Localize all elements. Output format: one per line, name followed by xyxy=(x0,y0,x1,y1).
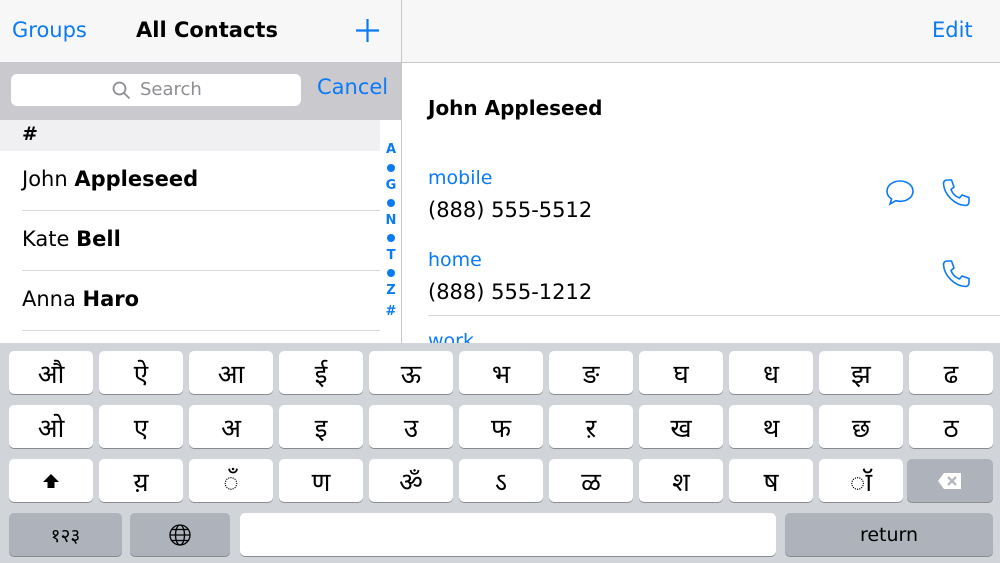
key[interactable]: ऐ xyxy=(99,351,183,394)
section-header-label: # xyxy=(22,123,38,145)
edit-button[interactable]: Edit xyxy=(932,18,973,42)
index-letter-t[interactable]: T xyxy=(381,248,401,263)
key[interactable]: ठ xyxy=(909,405,993,448)
plus-icon[interactable] xyxy=(355,18,380,43)
key[interactable]: झ xyxy=(819,351,903,394)
key[interactable]: ँ xyxy=(189,459,273,502)
index-letter-n[interactable]: N xyxy=(381,213,401,228)
globe-icon xyxy=(169,523,191,546)
shift-key[interactable] xyxy=(9,459,93,502)
contact-row-john-appleseed[interactable]: John Appleseed xyxy=(0,151,380,211)
key[interactable]: अ xyxy=(189,405,273,448)
field-label-work: work xyxy=(428,330,474,343)
contacts-nav-bar: Groups All Contacts xyxy=(0,0,401,62)
index-dot[interactable] xyxy=(387,234,395,242)
key[interactable]: ध xyxy=(729,351,813,394)
contact-first-name: Anna xyxy=(22,287,76,311)
contact-last-name: Bell xyxy=(76,227,121,251)
phone-icon[interactable] xyxy=(940,177,972,209)
key[interactable]: आ xyxy=(189,351,273,394)
key[interactable]: ख xyxy=(639,405,723,448)
key[interactable]: ॉ xyxy=(819,459,903,502)
contact-last-name: Haro xyxy=(82,287,140,311)
contact-last-name: Appleseed xyxy=(74,167,199,191)
search-placeholder: Search xyxy=(140,79,202,100)
field-label-mobile: mobile xyxy=(428,167,493,189)
field-label-home: home xyxy=(428,249,482,271)
numbers-key[interactable]: १२३ xyxy=(9,513,122,556)
key[interactable]: ळ xyxy=(549,459,633,502)
key[interactable]: छ xyxy=(819,405,903,448)
groups-button[interactable]: Groups xyxy=(12,18,87,42)
index-dot[interactable] xyxy=(387,269,395,277)
cancel-button[interactable]: Cancel xyxy=(317,75,388,99)
return-key[interactable]: return xyxy=(785,513,993,556)
index-letter-hash[interactable]: # xyxy=(381,304,401,319)
key[interactable]: ई xyxy=(279,351,363,394)
backspace-icon xyxy=(938,472,961,489)
contact-name: John Appleseed xyxy=(428,96,603,120)
message-icon[interactable] xyxy=(884,177,916,209)
contact-first-name: Kate xyxy=(22,227,70,251)
field-value-home[interactable]: (888) 555-1212 xyxy=(428,280,592,304)
key[interactable]: ऽ xyxy=(459,459,543,502)
key[interactable]: ढ xyxy=(909,351,993,394)
detail-nav-bar xyxy=(402,0,1000,63)
key[interactable]: इ xyxy=(279,405,363,448)
index-letter-z[interactable]: Z xyxy=(381,283,401,298)
key[interactable]: ओ xyxy=(9,405,93,448)
contact-row-kate-bell[interactable]: Kate Bell xyxy=(0,211,380,271)
key[interactable]: फ xyxy=(459,405,543,448)
key[interactable]: औ xyxy=(9,351,93,394)
key[interactable]: य़ xyxy=(99,459,183,502)
key[interactable]: थ xyxy=(729,405,813,448)
globe-key[interactable] xyxy=(130,513,230,556)
space-key[interactable] xyxy=(240,513,776,556)
phone-icon[interactable] xyxy=(940,258,972,290)
key[interactable]: ॐ xyxy=(369,459,453,502)
key[interactable]: ण xyxy=(279,459,363,502)
contact-row-anna-haro[interactable]: Anna Haro xyxy=(0,271,380,331)
nav-title: All Contacts xyxy=(136,18,278,42)
key[interactable]: ए xyxy=(99,405,183,448)
index-dot[interactable] xyxy=(387,164,395,172)
index-letter-g[interactable]: G xyxy=(381,178,401,193)
key[interactable]: ऱ xyxy=(549,405,633,448)
key[interactable]: उ xyxy=(369,405,453,448)
key[interactable]: घ xyxy=(639,351,723,394)
field-value-mobile[interactable]: (888) 555-5512 xyxy=(428,198,592,222)
key[interactable]: ऊ xyxy=(369,351,453,394)
backspace-key[interactable] xyxy=(907,459,993,502)
section-header xyxy=(0,120,380,151)
field-work: work xyxy=(428,316,628,343)
contact-first-name: John xyxy=(22,167,68,191)
index-letter-a[interactable]: A xyxy=(381,142,401,157)
shift-icon xyxy=(43,473,59,488)
key[interactable]: ष xyxy=(729,459,813,502)
search-icon xyxy=(112,81,131,100)
key[interactable]: श xyxy=(639,459,723,502)
key[interactable]: ङ xyxy=(549,351,633,394)
key[interactable]: भ xyxy=(459,351,543,394)
devanagari-keyboard: औ ऐ आ ई ऊ भ ङ घ ध झ ढ ओ ए अ इ उ फ ऱ ख थ … xyxy=(0,343,1000,563)
index-dot[interactable] xyxy=(387,199,395,207)
